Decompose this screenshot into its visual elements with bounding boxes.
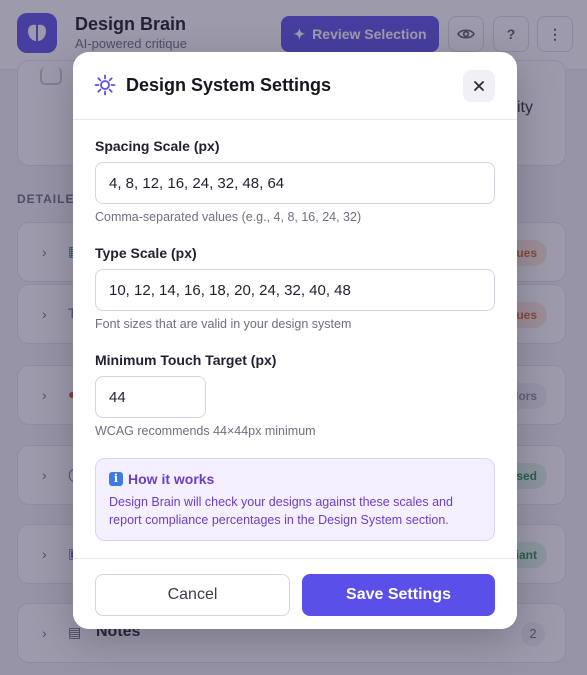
info-icon: i bbox=[109, 472, 123, 486]
dialog-footer: Cancel Save Settings bbox=[73, 558, 517, 629]
callout-title-text: How it works bbox=[128, 471, 215, 487]
dialog-header: Design System Settings bbox=[73, 52, 517, 120]
settings-dialog: Design System Settings Spacing Scale (px… bbox=[73, 52, 517, 629]
touch-target-label: Minimum Touch Target (px) bbox=[95, 352, 277, 368]
touch-target-input[interactable] bbox=[95, 376, 206, 418]
spacing-scale-input[interactable] bbox=[95, 162, 495, 204]
close-button[interactable] bbox=[463, 70, 495, 102]
callout-title: i How it works bbox=[109, 471, 214, 487]
callout-text: Design Brain will check your designs aga… bbox=[109, 495, 453, 527]
save-settings-button[interactable]: Save Settings bbox=[302, 574, 495, 616]
dialog-title: Design System Settings bbox=[126, 75, 332, 95]
spacing-scale-hint: Comma-separated values (e.g., 4, 8, 16, … bbox=[95, 210, 362, 224]
gear-icon bbox=[94, 74, 116, 96]
close-icon bbox=[474, 81, 484, 91]
how-it-works-callout: i How it works Design Brain will check y… bbox=[95, 458, 495, 541]
type-scale-label: Type Scale (px) bbox=[95, 245, 197, 261]
type-scale-input[interactable] bbox=[95, 269, 495, 311]
cancel-button[interactable]: Cancel bbox=[95, 574, 290, 616]
touch-target-hint: WCAG recommends 44×44px minimum bbox=[95, 424, 316, 438]
type-scale-hint: Font sizes that are valid in your design… bbox=[95, 317, 352, 331]
spacing-scale-label: Spacing Scale (px) bbox=[95, 138, 220, 154]
